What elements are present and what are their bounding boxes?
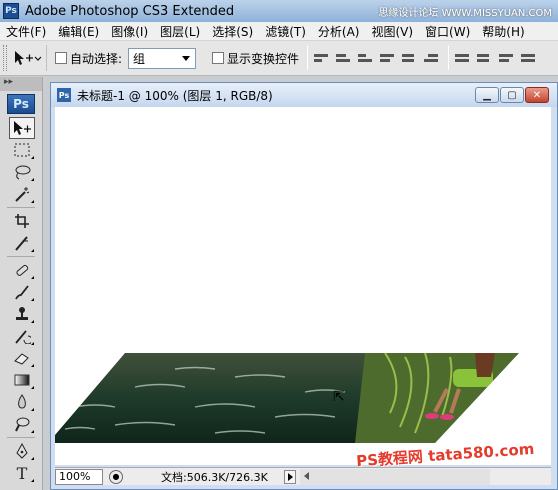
healing-brush-tool-icon[interactable] — [9, 259, 35, 281]
document-icon: Ps — [57, 88, 71, 102]
eraser-tool-icon[interactable] — [9, 347, 35, 369]
show-transform-checkbox[interactable] — [212, 52, 225, 64]
menu-view[interactable]: 视图(V) — [365, 23, 419, 40]
document-titlebar[interactable]: Ps 未标题-1 @ 100% (图层 1, RGB/8) ▁ ▢ ✕ — [51, 83, 557, 107]
magic-wand-tool-icon[interactable] — [9, 183, 35, 205]
toolbox-collapse-icon[interactable]: ▸▸ — [0, 77, 42, 91]
brush-tool-icon[interactable] — [9, 281, 35, 303]
auto-select-label: 自动选择: — [70, 51, 123, 66]
slice-tool-icon[interactable] — [9, 232, 35, 254]
app-titlebar: Ps Adobe Photoshop CS3 Extended 思缘设计论坛 W… — [0, 0, 558, 22]
auto-select-value: 组 — [133, 51, 146, 66]
crop-tool-icon[interactable] — [9, 210, 35, 232]
menu-image[interactable]: 图像(I) — [105, 23, 154, 40]
status-menu-arrow-icon[interactable] — [283, 469, 296, 484]
menu-analysis[interactable]: 分析(A) — [312, 23, 366, 40]
document-window: Ps 未标题-1 @ 100% (图层 1, RGB/8) ▁ ▢ ✕ ⇱ 10… — [50, 82, 558, 490]
menu-layer[interactable]: 图层(L) — [154, 23, 206, 40]
tool-preset-picker[interactable] — [7, 45, 47, 71]
status-bar: 100% ● 文档:506.3K/726.3K — [55, 467, 551, 485]
align-hcenter-icon[interactable] — [402, 50, 418, 66]
divider — [7, 207, 35, 208]
menu-select[interactable]: 选择(S) — [206, 23, 259, 40]
status-info-icon[interactable]: ● — [109, 469, 123, 484]
menu-bar: 文件(F) 编辑(E) 图像(I) 图层(L) 选择(S) 滤镜(T) 分析(A… — [0, 22, 558, 41]
document-size: 文档:506.3K/726.3K — [161, 470, 268, 484]
perspective-photo-layer[interactable] — [55, 107, 551, 465]
zoom-field[interactable]: 100% — [55, 468, 103, 485]
move-tool-icon — [14, 51, 41, 65]
lasso-tool-icon[interactable] — [9, 161, 35, 183]
app-title: Adobe Photoshop CS3 Extended — [25, 3, 235, 19]
move-cursor-icon: ⇱ — [333, 389, 345, 405]
move-tool-icon[interactable] — [9, 117, 35, 139]
horizontal-scrollbar[interactable] — [299, 468, 490, 485]
photoshop-logo[interactable]: Ps — [7, 94, 35, 114]
pen-tool-icon[interactable] — [9, 440, 35, 462]
divider — [7, 437, 35, 438]
show-transform-label: 显示变换控件 — [227, 51, 300, 66]
blur-tool-icon[interactable] — [9, 391, 35, 413]
divider — [448, 46, 450, 70]
type-tool-icon[interactable]: T — [9, 462, 35, 484]
watermark-top: 思缘设计论坛 WWW.MISSYUAN.COM — [378, 8, 552, 19]
distribute-bottom-icon[interactable] — [499, 50, 515, 66]
align-top-icon[interactable] — [314, 50, 330, 66]
clone-stamp-tool-icon[interactable] — [9, 303, 35, 325]
auto-select-checkbox[interactable] — [55, 52, 67, 64]
chevron-down-icon — [182, 55, 191, 61]
menu-help[interactable]: 帮助(H) — [476, 23, 530, 40]
align-right-icon[interactable] — [424, 50, 440, 66]
menu-edit[interactable]: 编辑(E) — [52, 23, 105, 40]
document-title: 未标题-1 @ 100% (图层 1, RGB/8) — [77, 88, 273, 103]
divider — [307, 46, 309, 70]
distribute-left-icon[interactable] — [521, 50, 537, 66]
marquee-tool-icon[interactable] — [9, 139, 35, 161]
distribute-top-icon[interactable] — [455, 50, 471, 66]
divider — [7, 256, 35, 257]
menu-filter[interactable]: 滤镜(T) — [259, 23, 312, 40]
dodge-tool-icon[interactable] — [9, 413, 35, 435]
distribute-vcenter-icon[interactable] — [477, 50, 493, 66]
menu-window[interactable]: 窗口(W) — [419, 23, 476, 40]
document-canvas[interactable]: ⇱ — [55, 107, 551, 465]
scroll-left-icon[interactable] — [303, 471, 309, 480]
history-brush-tool-icon[interactable] — [9, 325, 35, 347]
toolbox: ▸▸ Ps T — [0, 77, 43, 490]
photoshop-app-icon: Ps — [3, 3, 19, 19]
align-bottom-icon[interactable] — [358, 50, 374, 66]
close-button[interactable]: ✕ — [525, 87, 549, 103]
menu-file[interactable]: 文件(F) — [0, 23, 52, 40]
gradient-tool-icon[interactable] — [9, 369, 35, 391]
restore-button[interactable]: ▢ — [500, 87, 524, 103]
align-left-icon[interactable] — [380, 50, 396, 66]
minimize-button[interactable]: ▁ — [475, 87, 499, 103]
options-bar: 自动选择: 组 显示变换控件 — [0, 41, 558, 76]
auto-select-dropdown[interactable]: 组 — [128, 47, 197, 69]
align-vcenter-icon[interactable] — [336, 50, 352, 66]
